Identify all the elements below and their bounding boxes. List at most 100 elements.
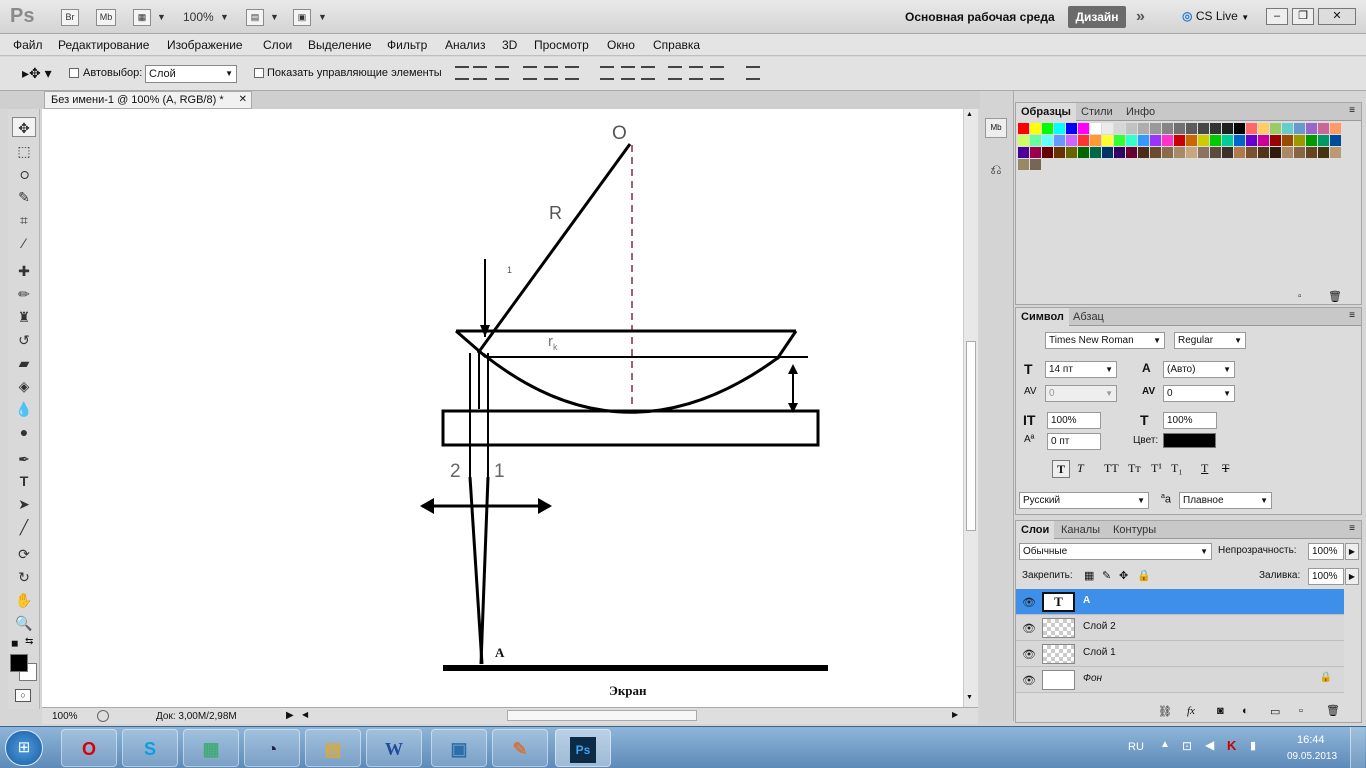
eraser-tool-icon[interactable]: ▰ (12, 353, 36, 373)
color-swatch[interactable] (1198, 147, 1209, 158)
swap-colors-icon[interactable]: ⇆ (25, 636, 33, 647)
hand-tool-icon[interactable]: ✋ (12, 590, 36, 610)
photoshop-taskbar-icon[interactable]: Ps (555, 729, 611, 767)
color-swatch[interactable] (1330, 135, 1341, 146)
color-swatch[interactable] (1162, 123, 1173, 134)
color-swatch[interactable] (1054, 135, 1065, 146)
start-button[interactable]: ⊞ (5, 730, 43, 766)
color-swatch[interactable] (1186, 147, 1197, 158)
color-swatch[interactable] (1318, 123, 1329, 134)
color-swatch[interactable] (1090, 123, 1101, 134)
color-swatch[interactable] (1030, 147, 1041, 158)
distribute-hcenter-icon[interactable] (689, 66, 703, 80)
marquee-tool-icon[interactable]: ⬚ (12, 141, 36, 161)
language-indicator[interactable]: RU (1128, 741, 1144, 753)
distribute-top-icon[interactable] (600, 66, 614, 80)
document-canvas[interactable]: O R 1 rk 2 1 A Экран (42, 109, 978, 709)
lock-all-icon[interactable]: 🔒 (1137, 569, 1151, 582)
color-swatch[interactable] (1222, 123, 1233, 134)
align-hcenter-icon[interactable] (544, 66, 558, 80)
network-app-taskbar-icon[interactable]: ▦ (183, 729, 239, 767)
color-swatch[interactable] (1270, 123, 1281, 134)
quick-mask-icon[interactable]: ○ (15, 689, 31, 702)
delete-swatch-icon[interactable]: 🗑 (1328, 290, 1342, 303)
panel-menu-icon[interactable]: ≡ (1349, 310, 1355, 321)
color-swatch[interactable] (1258, 135, 1269, 146)
scroll-right-icon[interactable]: ▶ (952, 710, 958, 719)
line-tool-icon[interactable]: ╱ (12, 517, 36, 537)
crop-tool-icon[interactable]: ⌗ (12, 210, 36, 230)
color-swatch[interactable] (1198, 123, 1209, 134)
tab-layers[interactable]: Слои (1016, 521, 1055, 539)
mini-bridge-button[interactable]: Mb (96, 9, 116, 26)
screen-mode-icon[interactable]: ▣ (293, 9, 311, 26)
color-swatch[interactable] (1150, 123, 1161, 134)
layer-row[interactable]: 👁 Слой 2 (1016, 615, 1344, 641)
minimize-button[interactable]: – (1266, 8, 1288, 25)
eye-icon[interactable]: 👁 (1022, 622, 1036, 635)
menu-file[interactable]: Файл (13, 38, 43, 52)
color-swatch[interactable] (1306, 147, 1317, 158)
color-swatch[interactable] (1066, 135, 1077, 146)
explorer-taskbar-icon[interactable]: ▤ (305, 729, 361, 767)
color-swatch[interactable] (1114, 135, 1125, 146)
color-swatch[interactable] (1234, 135, 1245, 146)
mini-bridge-panel-icon[interactable]: Mb (985, 118, 1007, 138)
chevron-down-icon[interactable]: ▼ (157, 12, 166, 22)
color-swatch[interactable] (1126, 135, 1137, 146)
status-zoom[interactable]: 100% (52, 711, 78, 722)
show-desktop-button[interactable] (1350, 727, 1365, 768)
layer-style-icon[interactable]: fx (1187, 705, 1195, 717)
tray-device-icon[interactable]: ⊡ (1182, 739, 1192, 753)
zoom-tool-icon[interactable]: 🔍 (12, 613, 36, 633)
eyedropper-tool-icon[interactable]: ⁄ (12, 233, 36, 253)
foreground-color-swatch[interactable] (10, 654, 28, 672)
chevron-down-icon[interactable]: ▼ (220, 12, 229, 22)
workspace-name[interactable]: Основная рабочая среда (905, 10, 1055, 24)
opera-taskbar-icon[interactable]: O (61, 729, 117, 767)
align-right-icon[interactable] (565, 66, 579, 80)
tab-swatches[interactable]: Образцы (1016, 103, 1076, 121)
color-swatch[interactable] (1138, 135, 1149, 146)
lock-transparency-icon[interactable]: ▦ (1084, 569, 1094, 582)
scroll-down-icon[interactable]: ▼ (966, 694, 973, 701)
close-button[interactable]: ✕ (1318, 8, 1356, 25)
align-vcenter-icon[interactable] (473, 66, 487, 80)
word-taskbar-icon[interactable]: W (366, 729, 422, 767)
blur-tool-icon[interactable]: 💧 (12, 399, 36, 419)
color-swatch[interactable] (1222, 135, 1233, 146)
skype-taskbar-icon[interactable]: S (122, 729, 178, 767)
opacity-field[interactable]: 100% (1308, 543, 1344, 560)
adjustment-layer-icon[interactable]: ◐ (1242, 705, 1249, 717)
faux-italic-button[interactable]: T (1077, 461, 1084, 476)
menu-select[interactable]: Выделение (308, 38, 372, 52)
tab-character[interactable]: Символ (1016, 308, 1069, 326)
color-swatch[interactable] (1294, 135, 1305, 146)
color-swatch[interactable] (1174, 135, 1185, 146)
status-info-icon[interactable] (97, 710, 109, 722)
tracking-field[interactable]: 0 ▼ (1163, 385, 1235, 402)
align-bottom-icon[interactable] (495, 66, 509, 80)
faux-bold-button[interactable]: T (1052, 460, 1070, 478)
color-swatch[interactable] (1198, 135, 1209, 146)
menu-window[interactable]: Окно (607, 38, 635, 52)
tab-paths[interactable]: Контуры (1108, 521, 1161, 539)
tab-channels[interactable]: Каналы (1056, 521, 1105, 539)
kerning-field[interactable]: 0 ▼ (1045, 385, 1117, 402)
tray-kaspersky-icon[interactable]: K (1227, 738, 1236, 753)
3d-orbit-tool-icon[interactable]: ↻ (12, 567, 36, 587)
utility-taskbar-icon[interactable]: ◔ (244, 729, 300, 767)
tray-expand-icon[interactable]: ▲ (1160, 739, 1170, 750)
horizontal-scroll-thumb[interactable] (507, 710, 697, 721)
lock-image-icon[interactable]: ✎ (1102, 569, 1111, 582)
vertical-scrollbar[interactable]: ▲ ▼ (963, 109, 978, 707)
color-swatch[interactable] (1294, 147, 1305, 158)
eye-icon[interactable]: 👁 (1022, 648, 1036, 661)
paint-taskbar-icon[interactable]: ✎ (492, 729, 548, 767)
distribute-bottom-icon[interactable] (641, 66, 655, 80)
eye-icon[interactable]: 👁 (1022, 596, 1036, 609)
leading-field[interactable]: (Авто) ▼ (1163, 361, 1235, 378)
menu-layers[interactable]: Слои (263, 38, 292, 52)
fill-slider-icon[interactable]: ▶ (1345, 568, 1359, 585)
color-swatch[interactable] (1042, 147, 1053, 158)
